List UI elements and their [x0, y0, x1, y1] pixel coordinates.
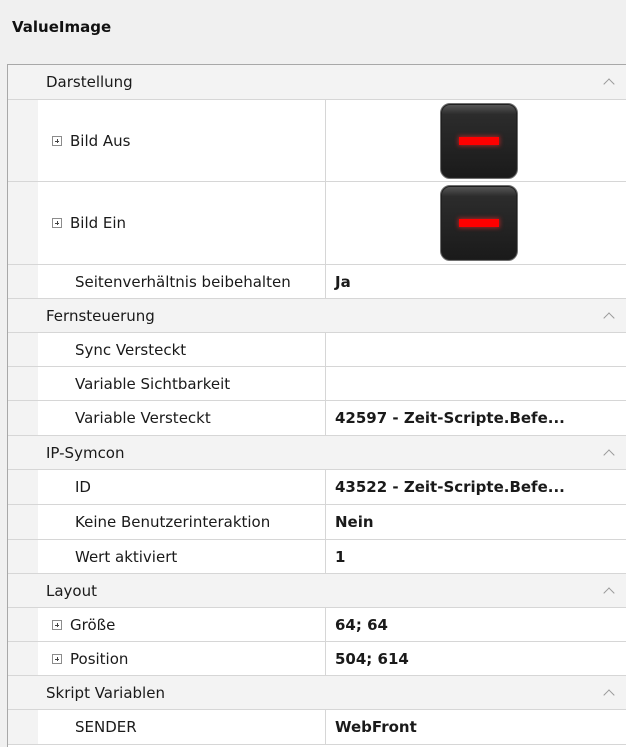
category-layout[interactable]: Layout [8, 574, 626, 608]
property-name: Variable Versteckt [38, 401, 326, 435]
property-value[interactable]: Nein [326, 505, 626, 539]
property-row-id[interactable]: ID 43522 - Zeit-Scripte.Befe... [8, 470, 626, 505]
property-row-variable-sichtbarkeit[interactable]: Variable Sichtbarkeit [8, 367, 626, 401]
property-name: Bild Aus [38, 100, 326, 181]
property-value[interactable]: Ja [326, 265, 626, 298]
property-row-sender[interactable]: SENDER WebFront [8, 710, 626, 745]
chevron-up-icon[interactable] [603, 688, 615, 701]
property-value[interactable]: 43522 - Zeit-Scripte.Befe... [326, 470, 626, 504]
property-row-position[interactable]: Position 504; 614 [8, 642, 626, 676]
chevron-up-icon[interactable] [603, 448, 615, 461]
property-name: SENDER [38, 710, 326, 744]
property-value[interactable]: 42597 - Zeit-Scripte.Befe... [326, 401, 626, 435]
property-value[interactable]: WebFront [326, 710, 626, 744]
category-label: Fernsteuerung [46, 306, 155, 325]
expand-plus-icon[interactable] [52, 218, 62, 228]
chevron-up-icon[interactable] [603, 586, 615, 599]
category-label: Layout [46, 581, 97, 600]
property-row-sync-versteckt[interactable]: Sync Versteckt [8, 333, 626, 367]
property-value[interactable] [326, 367, 626, 400]
property-name: Bild Ein [38, 182, 326, 264]
category-label: IP-Symcon [46, 443, 125, 462]
property-value-image[interactable] [326, 182, 626, 264]
property-name: Position [38, 642, 326, 675]
chevron-up-icon[interactable] [603, 78, 615, 90]
red-bar-tile-icon [440, 102, 518, 179]
property-value-image[interactable] [326, 100, 626, 181]
property-name: Sync Versteckt [38, 333, 326, 366]
property-value[interactable]: 64; 64 [326, 608, 626, 641]
property-name: Seitenverhältnis beibehalten [38, 265, 326, 298]
panel-title: ValueImage [12, 18, 112, 36]
property-name: Wert aktiviert [38, 540, 326, 573]
property-row-bild-ein[interactable]: Bild Ein [8, 182, 626, 265]
property-name: Keine Benutzerinteraktion [38, 505, 326, 539]
expand-plus-icon[interactable] [52, 653, 62, 664]
category-ip-symcon[interactable]: IP-Symcon [8, 436, 626, 470]
property-row-bild-aus[interactable]: Bild Aus [8, 100, 626, 182]
expand-plus-icon[interactable] [52, 619, 62, 630]
red-bar-tile-icon [440, 185, 518, 261]
property-row-groesse[interactable]: Größe 64; 64 [8, 608, 626, 642]
property-name: Größe [38, 608, 326, 641]
property-name: ID [38, 470, 326, 504]
category-label: Darstellung [46, 73, 133, 91]
property-row-wert-aktiviert[interactable]: Wert aktiviert 1 [8, 540, 626, 574]
category-darstellung[interactable]: Darstellung [8, 65, 626, 100]
property-row-keine-benutzerinteraktion[interactable]: Keine Benutzerinteraktion Nein [8, 505, 626, 540]
property-value[interactable]: 504; 614 [326, 642, 626, 675]
property-value[interactable] [326, 333, 626, 366]
category-skript-variablen[interactable]: Skript Variablen [8, 676, 626, 710]
property-name: Variable Sichtbarkeit [38, 367, 326, 400]
category-fernsteuerung[interactable]: Fernsteuerung [8, 299, 626, 333]
property-row-seitenverhaeltnis[interactable]: Seitenverhältnis beibehalten Ja [8, 265, 626, 299]
chevron-up-icon[interactable] [603, 311, 615, 324]
property-value[interactable]: 1 [326, 540, 626, 573]
expand-plus-icon[interactable] [52, 135, 62, 146]
property-grid: Darstellung Bild Aus Bild Ein Seitenverh… [7, 64, 626, 747]
category-label: Skript Variablen [46, 683, 165, 702]
property-row-variable-versteckt[interactable]: Variable Versteckt 42597 - Zeit-Scripte.… [8, 401, 626, 436]
